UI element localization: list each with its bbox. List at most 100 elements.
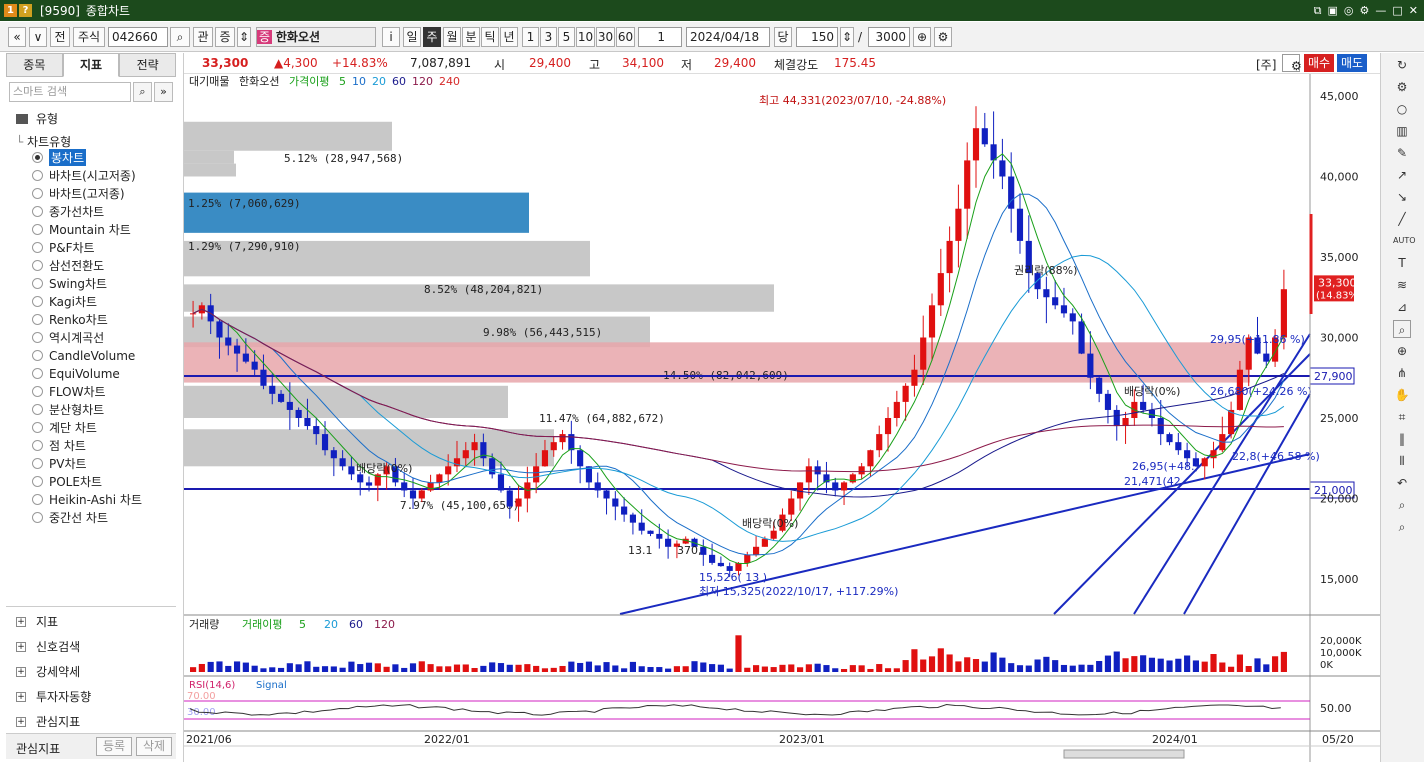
indicator-group-item[interactable]: + 관심지표 <box>16 713 80 730</box>
indicator-group-item[interactable]: + 신호검색 <box>16 638 80 655</box>
trend-icon[interactable]: ↘ <box>1393 188 1411 206</box>
info-button[interactable]: i <box>382 27 400 47</box>
chart-type-option[interactable]: Mountain 차트 <box>32 221 131 238</box>
zoom-button[interactable]: ⊕ <box>913 27 931 47</box>
date-input[interactable]: 2024/04/18 <box>686 27 770 47</box>
chart-type-option[interactable]: 봉차트 <box>32 149 87 166</box>
radio-icon[interactable] <box>32 170 43 181</box>
chart-type-option[interactable]: P&F차트 <box>32 239 95 256</box>
radio-icon[interactable] <box>32 278 43 289</box>
chart-icon[interactable]: ▥ <box>1393 122 1411 140</box>
tree-type[interactable]: 유형 <box>16 110 58 127</box>
ruler-icon[interactable]: ⌗ <box>1393 408 1411 426</box>
code-input[interactable]: 042660 <box>108 27 168 47</box>
settings-button[interactable]: ⚙ <box>1282 54 1302 73</box>
period-minute[interactable]: 분 <box>462 27 480 47</box>
chart-type-option[interactable]: PV차트 <box>32 455 87 472</box>
radio-icon[interactable] <box>32 242 43 253</box>
chart-type-option[interactable]: 중간선 차트 <box>32 509 108 526</box>
undo-icon[interactable]: ↶ <box>1393 474 1411 492</box>
search-icon[interactable]: ⌕ <box>1393 518 1411 536</box>
radio-icon[interactable] <box>32 512 43 523</box>
stock-chart[interactable]: 대기매물 한화오션 가격이평 5 10 20 60 120 240 5.12% (28,947,5… <box>184 74 1380 762</box>
interval-3[interactable]: 3 <box>540 27 557 47</box>
chart-type-option[interactable]: 분산형차트 <box>32 401 104 418</box>
plus-icon[interactable]: + <box>16 666 26 677</box>
maximize-icon[interactable]: □ <box>1392 4 1402 18</box>
buy-button[interactable]: 매수 <box>1304 54 1334 72</box>
columns-icon[interactable]: ⦀ <box>1393 452 1411 470</box>
stepper[interactable]: ⇕ <box>237 27 251 47</box>
tab-indicator[interactable]: 지표 <box>62 53 120 77</box>
config-button[interactable]: ⚙ <box>934 27 952 47</box>
select-icon[interactable]: ⌕ <box>1393 320 1411 338</box>
period-month[interactable]: 월 <box>443 27 461 47</box>
radio-icon[interactable] <box>32 458 43 469</box>
minimize-icon[interactable]: — <box>1375 4 1386 18</box>
nav-prev-button[interactable]: « <box>8 27 26 47</box>
chart-type-option[interactable]: Renko차트 <box>32 311 108 328</box>
dang-button[interactable]: 당 <box>774 27 792 47</box>
total-input[interactable]: 3000 <box>868 27 910 47</box>
search-icon[interactable]: ⌕ <box>1393 496 1411 514</box>
period-year[interactable]: 년 <box>500 27 518 47</box>
chart-type-option[interactable]: 계단 차트 <box>32 419 97 436</box>
chart-type-option[interactable]: Kagi차트 <box>32 293 97 310</box>
help-icon[interactable]: ? <box>19 4 32 17</box>
smart-search-input[interactable]: 스마트 검색 <box>9 82 131 102</box>
kwan-button[interactable]: 관 <box>193 27 213 47</box>
bars-input[interactable]: 150 <box>796 27 838 47</box>
plus-icon[interactable]: + <box>16 691 26 702</box>
period-tick[interactable]: 틱 <box>481 27 499 47</box>
zoom-icon[interactable]: ⊕ <box>1393 342 1411 360</box>
chart-type-option[interactable]: Heikin-Ashi 차트 <box>32 491 142 508</box>
indicator-group-item[interactable]: + 지표 <box>16 613 58 630</box>
chart-type-option[interactable]: 삼선전환도 <box>32 257 104 274</box>
line-tool-icon[interactable]: ↗ <box>1393 166 1411 184</box>
chart-type-option[interactable]: Swing차트 <box>32 275 107 292</box>
radio-icon[interactable] <box>32 422 43 433</box>
chart-type-option[interactable]: CandleVolume <box>32 347 135 364</box>
radio-icon[interactable] <box>32 494 43 505</box>
expand-button[interactable]: » <box>154 82 173 102</box>
chart-type-option[interactable]: 바차트(시고저종) <box>32 167 136 184</box>
bars-stepper[interactable]: ⇕ <box>840 27 854 47</box>
plus-icon[interactable]: + <box>16 716 26 727</box>
delete-button[interactable]: 삭제 <box>136 737 172 756</box>
search-button[interactable]: ⌕ <box>133 82 152 102</box>
plus-icon[interactable]: + <box>16 641 26 652</box>
circle-icon[interactable]: ○ <box>1393 100 1411 118</box>
link-icon[interactable]: ⧉ <box>1314 4 1322 18</box>
measure-icon[interactable]: ⊿ <box>1393 298 1411 316</box>
text-icon[interactable]: T <box>1393 254 1411 272</box>
radio-icon[interactable] <box>32 206 43 217</box>
pen-icon[interactable]: ✎ <box>1393 144 1411 162</box>
radio-icon[interactable] <box>32 296 43 307</box>
chart-type-option[interactable]: FLOW차트 <box>32 383 106 400</box>
chart-type-option[interactable]: 종가선차트 <box>32 203 104 220</box>
close-icon[interactable]: ✕ <box>1409 4 1418 18</box>
gear-icon[interactable]: ⚙ <box>1393 78 1411 96</box>
nav-down-button[interactable]: ∨ <box>29 27 47 47</box>
chart-area[interactable]: 33,300 ▲4,300 +14.83% 7,087,891 시 29,400… <box>183 53 1380 762</box>
radio-icon[interactable] <box>32 386 43 397</box>
stock-name-field[interactable]: 증 한화오션 <box>256 27 376 47</box>
interval-10[interactable]: 10 <box>576 27 595 47</box>
interval-60[interactable]: 60 <box>616 27 635 47</box>
chart-type-option[interactable]: 역시계곡선 <box>32 329 104 346</box>
tab-strategy[interactable]: 전략 <box>119 53 177 77</box>
interval-1[interactable]: 1 <box>522 27 539 47</box>
bars-icon[interactable]: ‖ <box>1393 430 1411 448</box>
interval-30[interactable]: 30 <box>596 27 615 47</box>
radio-icon[interactable] <box>32 188 43 199</box>
chart-type-option[interactable]: 점 차트 <box>32 437 86 454</box>
indicator-group-item[interactable]: + 투자자동향 <box>16 688 91 705</box>
market-select[interactable]: 주식 <box>73 27 105 47</box>
prev-button[interactable]: 전 <box>50 27 70 47</box>
radio-icon[interactable] <box>32 440 43 451</box>
period-day[interactable]: 일 <box>403 27 421 47</box>
refresh-icon[interactable]: ↻ <box>1393 56 1411 74</box>
camera-icon[interactable]: ◎ <box>1344 4 1354 18</box>
radio-icon[interactable] <box>32 152 43 163</box>
tree-chart-type[interactable]: └ 차트유형 <box>16 133 71 150</box>
